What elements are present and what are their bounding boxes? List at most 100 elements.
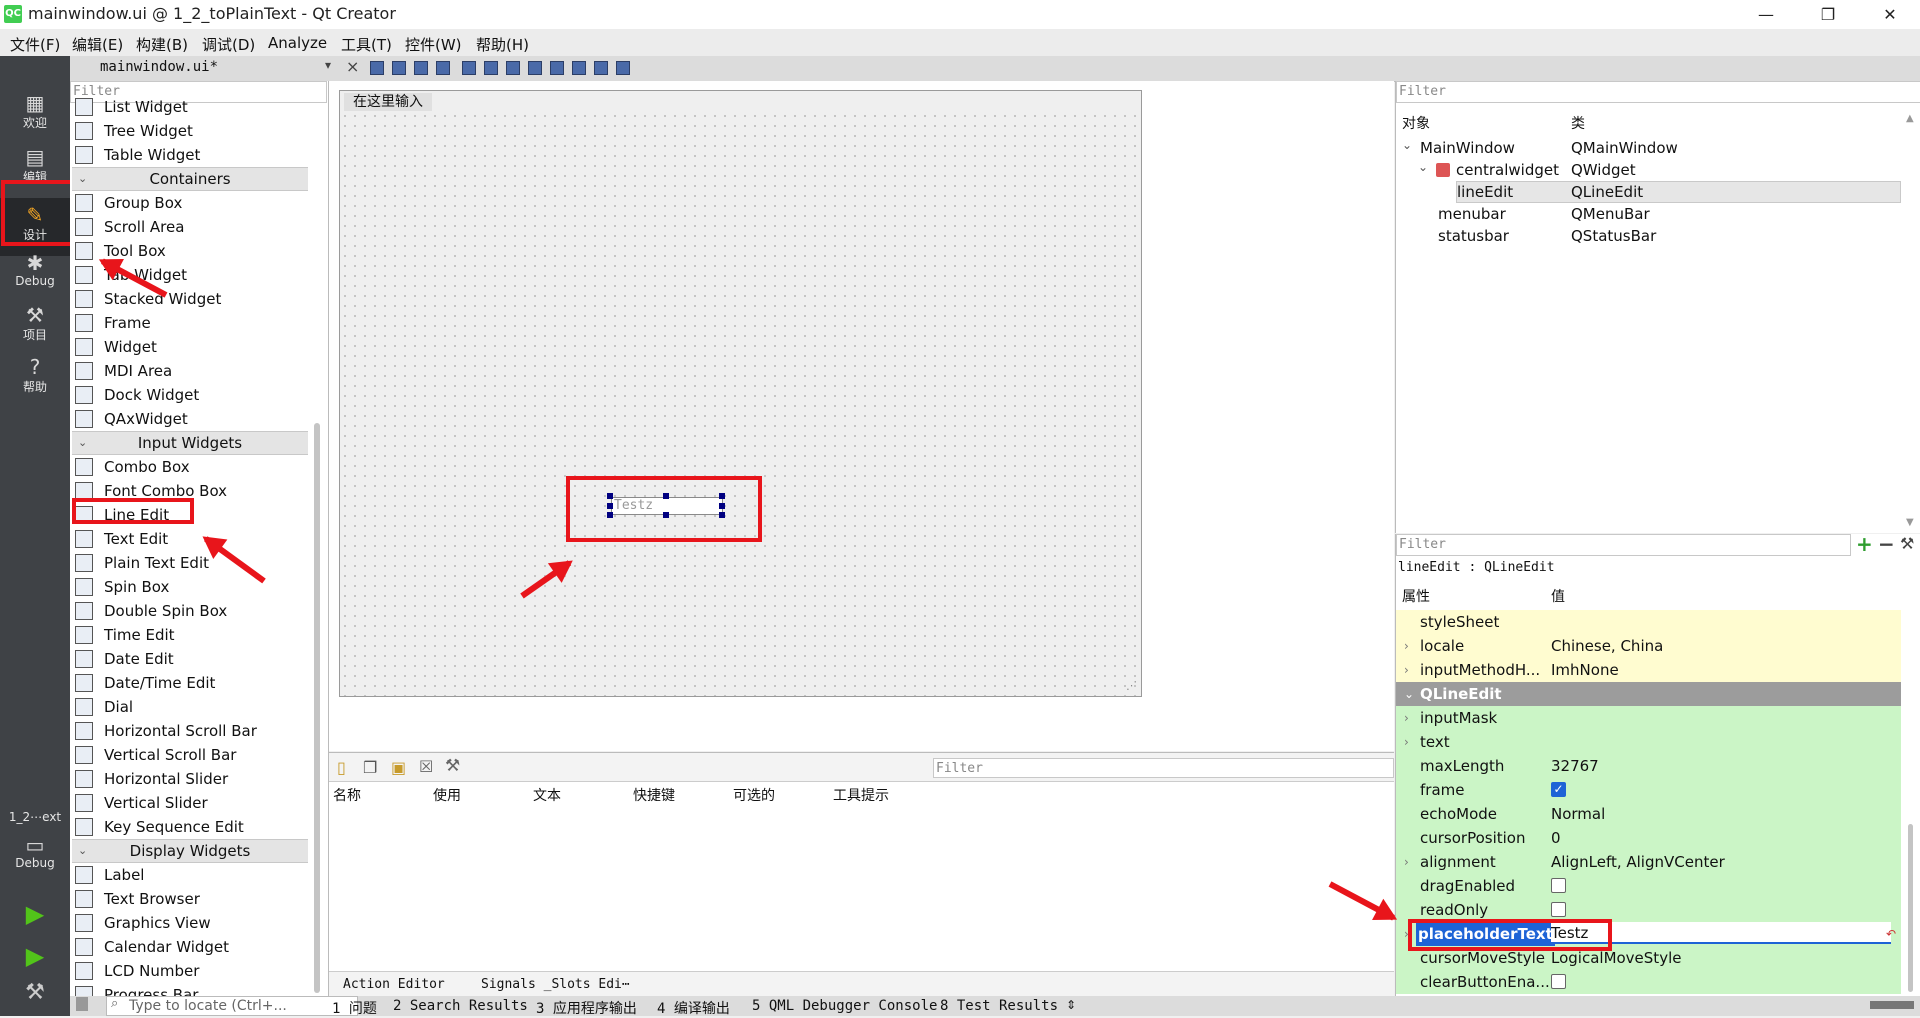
toggle-sidebar-icon[interactable] — [76, 997, 88, 1011]
col-text[interactable]: 文本 — [533, 785, 561, 805]
property-row-echomode[interactable]: echoMode Normal — [1396, 802, 1901, 827]
collapse-icon[interactable]: ⌄ — [1404, 682, 1414, 706]
expand-icon[interactable]: › — [1404, 706, 1409, 730]
widget-item-vertical-scroll-bar[interactable]: Vertical Scroll Bar — [72, 743, 308, 767]
run-button[interactable]: ▶ — [0, 900, 70, 928]
widget-item-vertical-slider[interactable]: Vertical Slider — [72, 791, 308, 815]
break-layout-icon[interactable] — [594, 61, 608, 75]
widget-item-spin-box[interactable]: Spin Box — [72, 575, 308, 599]
property-row-maxlength[interactable]: maxLength 32767 — [1396, 754, 1901, 779]
add-property-icon[interactable]: + — [1856, 532, 1873, 556]
clearbuttonena-checkbox[interactable] — [1551, 974, 1566, 989]
action-filter-input[interactable]: Filter — [933, 758, 1394, 778]
close-button[interactable]: ✕ — [1868, 2, 1912, 28]
property-row-alignment[interactable]: › alignment AlignLeft, AlignVCenter — [1396, 850, 1901, 875]
close-tab-icon[interactable]: × — [346, 57, 359, 76]
expand-icon[interactable]: › — [1404, 634, 1409, 658]
tab-action-editor[interactable]: Action Editor — [343, 977, 445, 992]
main-window-form[interactable]: 在这里输入 Testz ⋰ — [339, 90, 1142, 697]
widget-item-combo-box[interactable]: Combo Box — [72, 455, 308, 479]
remove-property-icon[interactable]: − — [1878, 532, 1895, 556]
edit-widgets-icon[interactable] — [370, 61, 384, 75]
widget-item-time-edit[interactable]: Time Edit — [72, 623, 308, 647]
menu-debug[interactable]: 调试(D) — [202, 34, 255, 55]
layout-split-v-icon[interactable] — [528, 61, 542, 75]
menu-build[interactable]: 构建(B) — [136, 34, 188, 55]
property-filter-input[interactable]: Filter — [1396, 534, 1851, 556]
layout-vertical-icon[interactable] — [484, 61, 498, 75]
menu-widgets[interactable]: 控件(W) — [405, 34, 462, 55]
maximize-button[interactable]: ❐ — [1806, 2, 1850, 28]
menu-analyze[interactable]: Analyze — [268, 34, 327, 52]
widget-item-table-widget[interactable]: Table Widget — [72, 143, 308, 167]
col-value[interactable]: 值 — [1551, 586, 1565, 606]
widget-item-tree-widget[interactable]: Tree Widget — [72, 119, 308, 143]
copy-action-icon[interactable]: ❐ — [363, 758, 377, 777]
col-checkable[interactable]: 可选的 — [733, 785, 775, 805]
scroll-down-icon[interactable]: ▼ — [1906, 517, 1914, 528]
locator-input[interactable]: ⌕ Type to locate (Ctrl+... — [106, 996, 358, 1016]
pane-application-output[interactable]: 3 应用程序输出 — [536, 998, 637, 1018]
widget-item-plain-text-edit[interactable]: Plain Text Edit — [72, 551, 308, 575]
tree-row-statusbar[interactable]: statusbar QStatusBar — [1396, 225, 1901, 247]
widget-item-lcd-number[interactable]: LCD Number — [72, 959, 308, 983]
widget-box-scrollbar[interactable] — [314, 423, 320, 993]
paste-action-icon[interactable]: ▣ — [391, 758, 406, 777]
widget-item-horizontal-slider[interactable]: Horizontal Slider — [72, 767, 308, 791]
property-scrollbar[interactable] — [1908, 824, 1913, 992]
pane-issues[interactable]: 1 问题 — [332, 998, 377, 1018]
pane-search-results[interactable]: 2 Search Results — [393, 998, 528, 1014]
tree-row-menubar[interactable]: menubar QMenuBar — [1396, 203, 1901, 225]
configure-properties-icon[interactable]: ⚒ — [1900, 534, 1914, 553]
expand-icon[interactable]: › — [1404, 850, 1409, 874]
menu-help[interactable]: 帮助(H) — [476, 34, 529, 55]
menu-tools[interactable]: 工具(T) — [341, 34, 392, 55]
category-containers[interactable]: ⌄ Containers — [72, 167, 308, 191]
widget-item-qaxwidget[interactable]: QAxWidget — [72, 407, 308, 431]
menubar-placeholder[interactable]: 在这里输入 — [344, 93, 432, 111]
build-button[interactable]: ⚒ — [0, 980, 70, 1005]
menu-file[interactable]: 文件(F) — [10, 34, 60, 55]
reset-icon[interactable]: ↶ — [1886, 922, 1896, 946]
pane-compile-output[interactable]: 4 编译输出 — [657, 998, 730, 1018]
property-row-text[interactable]: › text — [1396, 730, 1901, 755]
widget-item-horizontal-scroll-bar[interactable]: Horizontal Scroll Bar — [72, 719, 308, 743]
layout-grid-icon[interactable] — [572, 61, 586, 75]
edit-tab-order-icon[interactable] — [436, 61, 450, 75]
col-class[interactable]: 类 — [1571, 113, 1585, 133]
configure-action-icon[interactable]: ⚒ — [445, 756, 460, 776]
pane-test-results[interactable]: 8 Test Results — [940, 998, 1058, 1014]
property-row-cursorposition[interactable]: cursorPosition 0 — [1396, 826, 1901, 851]
widget-item-key-sequence-edit[interactable]: Key Sequence Edit — [72, 815, 308, 839]
property-row-inputmask[interactable]: › inputMask — [1396, 706, 1901, 731]
widget-item-label[interactable]: Label — [72, 863, 308, 887]
delete-action-icon[interactable]: ☒ — [419, 757, 433, 776]
layout-form-icon[interactable] — [550, 61, 564, 75]
dragenabled-checkbox[interactable] — [1551, 878, 1566, 893]
widget-item-list-widget[interactable]: List Widget — [72, 95, 308, 119]
property-row-frame[interactable]: frame ✓ — [1396, 778, 1901, 803]
expand-icon[interactable]: ⌄ — [1418, 160, 1428, 174]
widget-item-date-time-edit[interactable]: Date/Time Edit — [72, 671, 308, 695]
widget-item-dial[interactable]: Dial — [72, 695, 308, 719]
col-tooltip[interactable]: 工具提示 — [833, 785, 889, 805]
new-action-icon[interactable]: ▯ — [337, 758, 346, 777]
col-property[interactable]: 属性 — [1402, 586, 1430, 606]
widget-item-calendar-widget[interactable]: Calendar Widget — [72, 935, 308, 959]
object-filter-input[interactable]: Filter — [1396, 81, 1920, 103]
tree-row-centralwidget[interactable]: ⌄ centralwidget QWidget — [1396, 159, 1901, 181]
form-resize-grip-icon[interactable]: ⋰ — [1126, 679, 1137, 692]
adjust-size-icon[interactable] — [616, 61, 630, 75]
layout-horizontal-icon[interactable] — [462, 61, 476, 75]
kit-selector[interactable]: ▭ Debug — [0, 834, 70, 870]
widget-item-text-edit[interactable]: Text Edit — [72, 527, 308, 551]
expand-icon[interactable]: › — [1404, 730, 1409, 754]
expand-icon[interactable]: ⌄ — [1402, 138, 1412, 152]
mode-welcome[interactable]: ▦ 欢迎 — [0, 92, 70, 131]
widget-item-mdi-area[interactable]: MDI Area — [72, 359, 308, 383]
category-display-widgets[interactable]: ⌄ Display Widgets — [72, 839, 308, 863]
widget-item-graphics-view[interactable]: Graphics View — [72, 911, 308, 935]
widget-item-frame[interactable]: Frame — [72, 311, 308, 335]
widget-item-widget[interactable]: Widget — [72, 335, 308, 359]
mode-help[interactable]: ? 帮助 — [0, 356, 70, 395]
